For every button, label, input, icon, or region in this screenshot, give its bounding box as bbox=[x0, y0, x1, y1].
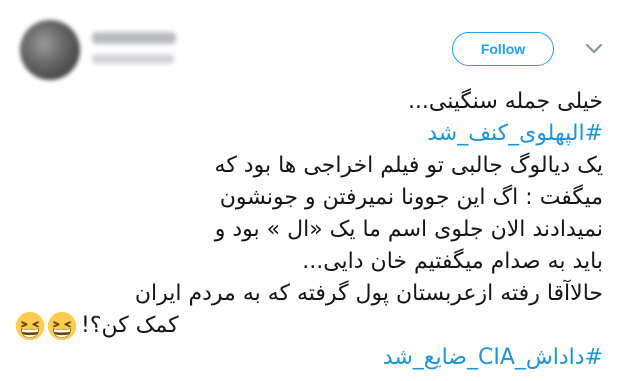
tweet-line: یک دیالوگ جالبی تو فیلم اخراجی ها بود که bbox=[214, 153, 603, 178]
tweet-line: باید به صدام میگفتیم خان دایی... bbox=[302, 249, 603, 274]
emoji-group bbox=[13, 311, 77, 341]
username-blurred[interactable] bbox=[92, 54, 174, 64]
display-name-blurred[interactable] bbox=[92, 32, 176, 44]
avatar[interactable] bbox=[20, 20, 80, 80]
grinning-squinting-face-emoji bbox=[47, 311, 77, 341]
tweet-line: خیلی جمله سنگینی... bbox=[407, 89, 603, 114]
chevron-down-icon[interactable] bbox=[582, 40, 606, 58]
follow-button-label: Follow bbox=[480, 41, 526, 57]
grinning-squinting-face-emoji bbox=[15, 311, 45, 341]
tweet-line: کمک کن؟! bbox=[81, 313, 179, 338]
follow-button[interactable]: Follow bbox=[452, 32, 554, 66]
tweet-line: حالاآقا رفته ازعربستان پول گرفته که به م… bbox=[134, 281, 603, 306]
tweet-text: خیلی جمله سنگینی... #الپهلوی_کنف_شد یک د… bbox=[13, 86, 603, 374]
hashtag-link[interactable]: #الپهلوی_کنف_شد bbox=[13, 118, 603, 150]
hashtag-link[interactable]: #داداش_CIA_ضایع_شد bbox=[13, 342, 603, 374]
tweet-line: نمیدادند الان جلوی اسم ما یک «ال » بود و bbox=[214, 217, 603, 242]
tweet-line: میگفت : اگ این جوونا نمیرفتن و جونشون bbox=[219, 185, 603, 210]
tweet-line-with-emoji: کمک کن؟! bbox=[13, 310, 603, 342]
